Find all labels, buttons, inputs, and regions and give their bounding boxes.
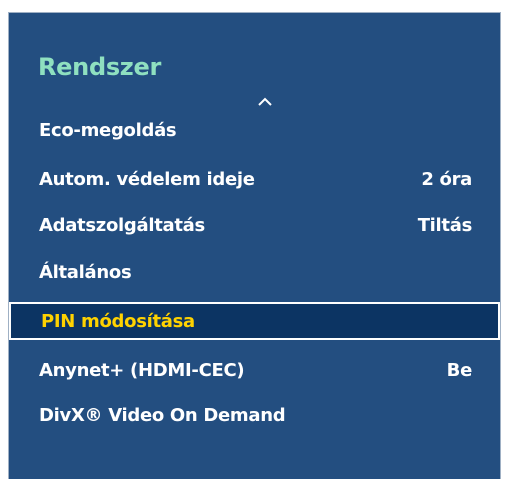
menu-item-label: DivX® Video On Demand xyxy=(39,404,286,426)
menu-item-data-service[interactable]: Adatszolgáltatás Tiltás xyxy=(18,207,491,243)
menu-item-anynet-hdmi-cec[interactable]: Anynet+ (HDMI-CEC) Be xyxy=(18,352,491,388)
menu-item-divx-vod[interactable]: DivX® Video On Demand xyxy=(18,397,491,433)
menu-item-eco-solution[interactable]: Eco-megoldás xyxy=(18,112,491,148)
menu-item-label: Eco-megoldás xyxy=(39,119,177,141)
menu-item-change-pin[interactable]: PIN módosítása xyxy=(9,302,500,340)
menu-item-general[interactable]: Általános xyxy=(18,254,491,290)
menu-item-label: Anynet+ (HDMI-CEC) xyxy=(39,359,245,381)
menu-item-label: Autom. védelem ideje xyxy=(39,168,255,190)
menu-item-label: Általános xyxy=(39,261,132,283)
menu-item-auto-protection-time[interactable]: Autom. védelem ideje 2 óra xyxy=(18,161,491,197)
menu-item-label: Adatszolgáltatás xyxy=(39,214,205,236)
menu-title: Rendszer xyxy=(38,53,161,81)
menu-item-label: PIN módosítása xyxy=(41,310,195,332)
chevron-up-icon[interactable] xyxy=(258,97,272,107)
menu-item-value: Be xyxy=(446,359,473,381)
menu-item-value: 2 óra xyxy=(421,168,472,190)
menu-item-value: Tiltás xyxy=(417,214,473,236)
